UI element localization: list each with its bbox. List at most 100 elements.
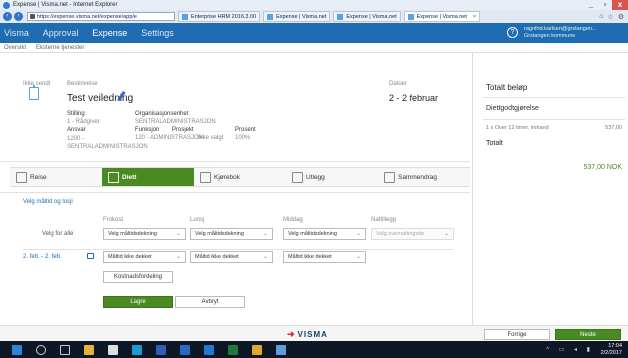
select-frokost-all[interactable]: Velg måltidsdekning ⌄ (103, 228, 186, 240)
chevron-down-icon: ⌄ (175, 231, 181, 237)
document-icon (29, 85, 39, 100)
edge-icon[interactable] (132, 344, 142, 355)
browser-tab-1[interactable]: Enterprise HRM 2016.3.00 (178, 11, 261, 22)
summary-total-amount: 537,00 NOK (583, 164, 622, 171)
select-value: Måltid ikke dekket (108, 254, 152, 260)
forward-button[interactable]: › (14, 12, 23, 21)
help-icon[interactable]: ? (507, 27, 518, 38)
back-button[interactable]: ‹ (3, 12, 12, 21)
app-icon[interactable] (276, 344, 286, 355)
travel-icon (16, 172, 27, 183)
summary-line-amount: 537,00 (605, 125, 622, 131)
window-title: Expense | Visma.net - Internet Explorer (13, 2, 118, 8)
dates-label: Datoer (389, 81, 408, 87)
user-info[interactable]: ragnfrid.karlsen@grstangen... Grstangen … (524, 26, 620, 39)
tab-close-icon[interactable]: × (473, 14, 476, 20)
browser-toolbar-icons: ⌂ ☆ ⚙ (599, 13, 628, 21)
chevron-down-icon: ⌄ (262, 231, 268, 237)
select-value: Velg måltidsdekning (288, 231, 337, 237)
taskbar-clock[interactable]: 17:04 2/2/2017 (601, 343, 622, 356)
summary-sidebar: Totalt beløp Diettgodtgjørelse 1 x Over … (472, 53, 628, 325)
browser-tab-4[interactable]: Expense | Visma.net × (403, 11, 481, 22)
funksjon-value: 120 - ADMINISTRASJON (135, 135, 204, 141)
clock-date: 2/2/2017 (600, 349, 622, 356)
ansvar-value: 1200 - SENTRALADMINISTRASJON (67, 136, 148, 150)
file-explorer-icon[interactable] (84, 344, 94, 355)
folder-icon[interactable] (252, 344, 262, 355)
summary-title: Totalt beløp (486, 83, 528, 92)
subnav-eksterne[interactable]: Eksterne tjenester (36, 45, 84, 51)
browser-tab-label: Expense | Visma.net (416, 13, 467, 20)
select-value: Måltid ikke dekket (195, 254, 239, 260)
system-tray-icons[interactable]: ^ ▭ ◂ ▮ (546, 346, 594, 353)
browser-tab-3[interactable]: Expense | Visma.net (333, 11, 401, 22)
word-icon[interactable] (156, 344, 166, 355)
select-nattillegg-all: Velg overnattingsde ⌄ (371, 228, 454, 240)
logo-text: VISMA (297, 330, 328, 339)
settings-gear-icon[interactable]: ⚙ (618, 13, 624, 21)
step-reise[interactable]: Reise (10, 167, 102, 187)
nav-visma[interactable]: Visma (4, 28, 29, 38)
step-kjorebok[interactable]: Kjørebok (194, 167, 286, 187)
kostnadsfordeling-button[interactable]: Kostnadsfordeling (103, 271, 173, 283)
excel-icon[interactable] (228, 344, 238, 355)
chevron-down-icon: ⌄ (355, 231, 361, 237)
step-label: Reise (30, 173, 47, 181)
minimize-button[interactable]: _ (584, 0, 598, 10)
user-org: Grstangen kommune (524, 32, 576, 39)
col-lunsj: Lunsj (190, 217, 205, 223)
row-date[interactable]: 2. feb. - 2. feb. (23, 254, 62, 260)
select-lunsj-all[interactable]: Velg måltidsdekning ⌄ (190, 228, 273, 240)
windows-taskbar: ^ ▭ ◂ ▮ 17:04 2/2/2017 (0, 341, 628, 358)
favorites-icon[interactable]: ☆ (607, 13, 613, 21)
row-velg-for-alle: Velg for alle (42, 231, 74, 237)
step-label: Diett (122, 173, 137, 181)
select-frokost-date[interactable]: Måltid ikke dekket ⌄ (103, 251, 186, 263)
cancel-button[interactable]: Avbryt (175, 296, 245, 308)
select-middag-date[interactable]: Måltid ikke dekket ⌄ (283, 251, 366, 263)
step-sammendrag[interactable]: Sammendrag (378, 167, 470, 187)
internet-explorer-taskbar-icon[interactable] (204, 344, 214, 355)
store-icon[interactable] (108, 344, 118, 355)
chevron-down-icon: ⌄ (262, 254, 268, 260)
org-value: SENTRALADMINISTRASJON (135, 119, 216, 125)
tab-favicon (407, 13, 414, 20)
visma-logo: ➜ VISMA (287, 329, 328, 340)
maximize-button[interactable]: ▫ (598, 0, 612, 10)
select-lunsj-date[interactable]: Måltid ikke dekket ⌄ (190, 251, 273, 263)
nav-approval[interactable]: Approval (43, 28, 79, 38)
select-value: Måltid ikke dekket (288, 254, 332, 260)
windows-start-icon[interactable] (12, 344, 22, 355)
home-icon[interactable]: ⌂ (599, 13, 603, 21)
previous-button[interactable]: Forrige (484, 329, 550, 340)
nav-expense[interactable]: Expense (92, 28, 127, 38)
divider (483, 97, 625, 98)
browser-tab-label: Enterprise HRM 2016.3.00 (191, 13, 257, 20)
col-frokost: Frokost (103, 217, 124, 223)
next-button[interactable]: Neste (555, 329, 621, 340)
browser-tab-2[interactable]: Expense | Visma.net (263, 11, 331, 22)
tab-favicon (337, 13, 344, 20)
nav-settings[interactable]: Settings (141, 28, 174, 38)
browser-tab-label: Expense | Visma.net (346, 13, 397, 20)
summary-subtitle: Diettgodtgjørelse (486, 105, 539, 112)
task-view-icon[interactable] (60, 344, 70, 355)
step-diett[interactable]: Diett (102, 167, 194, 187)
prosjekt-label: Prosjekt (172, 127, 194, 133)
receipt-icon (292, 172, 303, 183)
search-icon[interactable] (36, 344, 46, 355)
outlook-icon[interactable] (180, 344, 190, 355)
description-label: Beskrivelse (67, 81, 98, 87)
select-middag-all[interactable]: Velg måltidsdekning ⌄ (283, 228, 366, 240)
window-titlebar: Expense | Visma.net - Internet Explorer … (0, 0, 628, 10)
chevron-down-icon: ⌄ (443, 231, 449, 237)
meal-section-link[interactable]: Velg måltid og losji (23, 199, 73, 205)
save-button[interactable]: Lagre (103, 296, 173, 308)
close-window-button[interactable]: x (612, 0, 628, 10)
visma-swoosh-icon: ➜ (287, 329, 296, 339)
subnav-oversikt[interactable]: Oversikt (4, 45, 26, 51)
step-utlegg[interactable]: Utlegg (286, 167, 378, 187)
comment-icon[interactable] (87, 253, 94, 259)
col-nattillegg: Nattillegg (371, 217, 397, 223)
address-bar[interactable]: https://expense.visma.net/expense/app/e (27, 12, 175, 21)
